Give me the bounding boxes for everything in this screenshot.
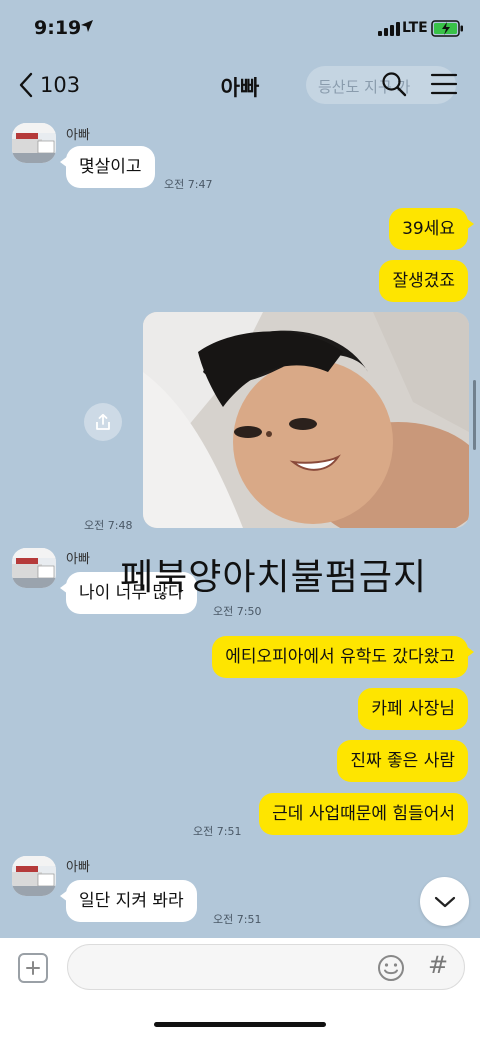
incoming-message-bubble[interactable]: 일단 지켜 봐라 (60, 880, 197, 922)
back-button[interactable]: 103 (18, 70, 88, 100)
attach-button[interactable] (18, 953, 48, 983)
avatar[interactable] (12, 548, 56, 588)
outgoing-message-bubble[interactable]: 39세요 (389, 208, 474, 250)
plus-icon (26, 961, 40, 975)
sender-name: 아빠 (66, 128, 90, 143)
search-icon[interactable] (380, 70, 408, 98)
watermark-text: 페북양아치불펌금지 (120, 557, 428, 598)
message-time: 오전 7:47 (164, 178, 213, 191)
menu-icon[interactable] (430, 72, 458, 96)
outgoing-message-bubble[interactable]: 카페 사장님 (358, 688, 468, 730)
avatar-photo (12, 123, 56, 163)
message-input-bar: # (0, 938, 480, 1038)
avatar[interactable] (12, 856, 56, 896)
emoji-icon[interactable] (376, 953, 406, 983)
chevron-left-icon (19, 72, 33, 98)
message-time: 오전 7:50 (213, 605, 262, 618)
location-arrow-icon (81, 20, 93, 32)
avatar-photo (12, 856, 56, 896)
outgoing-message-bubble[interactable]: 에티오피아에서 유학도 갔다왔고 (212, 636, 474, 678)
message-time: 오전 7:51 (213, 913, 262, 926)
outgoing-message-bubble[interactable]: 잘생겼죠 (379, 260, 468, 302)
network-label: LTE (402, 20, 428, 36)
chat-header: 등산도 지구 가 103 아빠 (0, 60, 480, 110)
shared-photo[interactable] (143, 312, 469, 528)
share-icon (96, 413, 110, 430)
avatar[interactable] (12, 123, 56, 163)
selfie-photo (143, 312, 469, 528)
battery-charging-icon (431, 20, 463, 37)
chevron-down-icon (434, 896, 455, 907)
sender-name: 아빠 (66, 552, 90, 567)
incoming-message-bubble[interactable]: 몇살이고 (60, 146, 155, 188)
message-time: 오전 7:51 (193, 825, 242, 838)
hashtag-search-icon[interactable]: # (428, 951, 448, 979)
status-bar: 9:19 LTE (0, 0, 480, 60)
outgoing-message-bubble[interactable]: 근데 사업때문에 힘들어서 (259, 793, 468, 835)
scrollbar-thumb[interactable] (473, 380, 476, 450)
avatar-photo (12, 548, 56, 588)
scroll-to-bottom-button[interactable] (420, 877, 469, 926)
home-indicator (154, 1022, 326, 1027)
sender-name: 아빠 (66, 860, 90, 875)
message-time: 오전 7:48 (84, 519, 133, 532)
unread-chat-count: 103 (40, 73, 81, 97)
status-time: 9:19 (34, 17, 82, 39)
share-button[interactable] (84, 403, 122, 441)
signal-icon (378, 22, 400, 36)
outgoing-message-bubble[interactable]: 진짜 좋은 사람 (337, 740, 468, 782)
